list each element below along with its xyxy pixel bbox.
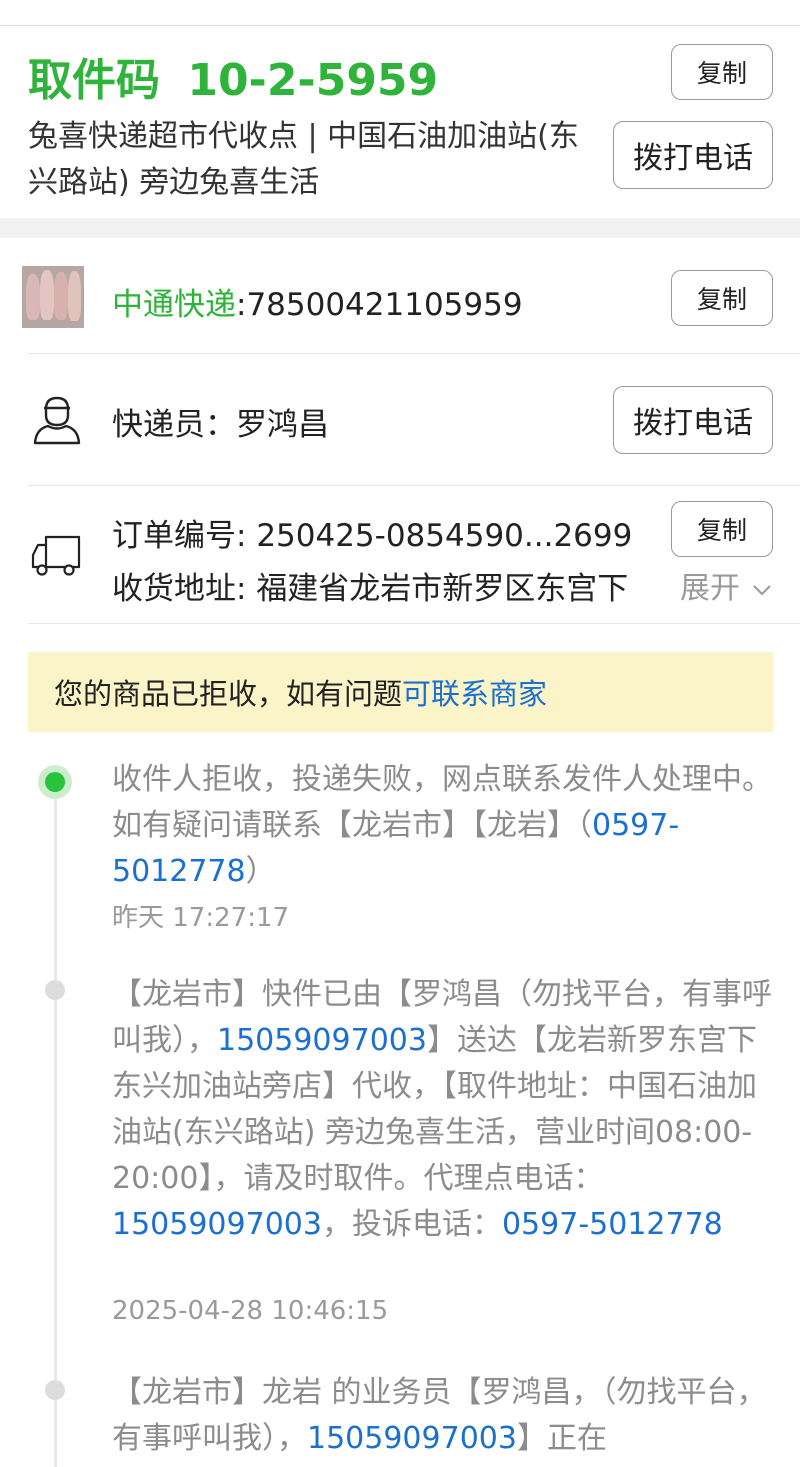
phone-link[interactable]: 0597-5012778 xyxy=(502,1207,723,1242)
copy-order-number-button[interactable]: 复制 xyxy=(671,501,773,557)
pickup-code: 取件码 10-2-5959 xyxy=(28,44,438,108)
timeline-event-2: 【龙岩市】快件已由【罗鸿昌（勿找平台，有事呼叫我），15059097003】送达… xyxy=(112,977,772,1242)
chevron-down-icon xyxy=(752,584,771,595)
rejection-notice: 您的商品已拒收，如有问题 可联系商家 xyxy=(28,652,773,732)
product-thumbnail[interactable] xyxy=(22,266,84,328)
status-bar xyxy=(0,0,800,26)
timeline-dot-active xyxy=(38,765,72,799)
call-station-button[interactable]: 拨打电话 xyxy=(613,121,773,189)
call-courier-button[interactable]: 拨打电话 xyxy=(613,386,773,454)
expand-label: 展开 xyxy=(680,571,740,606)
shipping-address: 福建省龙岩市新罗区东宫下 xyxy=(256,571,629,607)
copy-pickup-code-button[interactable]: 复制 xyxy=(671,44,773,100)
address-label: 收货地址: xyxy=(112,571,257,607)
order-number: 250425-0854590...2699 xyxy=(256,518,633,554)
phone-link[interactable]: 15059097003 xyxy=(307,1421,517,1456)
timeline-line xyxy=(54,782,57,1467)
phone-link[interactable]: 15059097003 xyxy=(112,1207,322,1242)
timeline-time: 2025-04-28 10:46:15 xyxy=(112,1296,389,1326)
timeline-dot xyxy=(45,1380,65,1400)
divider xyxy=(28,623,800,624)
expand-address-toggle[interactable]: 展开 xyxy=(680,563,772,607)
notice-text: 您的商品已拒收，如有问题 xyxy=(54,677,403,711)
timeline-event-1: 收件人拒收，投递失败，网点联系发件人处理中。如有疑问请联系【龙岩市】【龙岩】（0… xyxy=(112,762,772,889)
timeline-event-3: 【龙岩市】龙岩 的业务员【罗鸿昌，（勿找平台，有事呼叫我），1505909700… xyxy=(112,1375,767,1456)
pickup-code-label: 取件码 xyxy=(28,55,160,106)
order-number-row: 订单编号: 250425-0854590...2699 xyxy=(112,510,632,555)
courier-avatar-icon xyxy=(33,396,81,445)
carrier-name[interactable]: 中通快递 xyxy=(112,287,236,323)
delivery-truck-icon xyxy=(31,535,81,576)
divider xyxy=(28,353,800,354)
timeline-time: 昨天 17:27:17 xyxy=(112,903,290,933)
pickup-station-address: 兔喜快递超市代收点 | 中国石油加油站(东兴路站) 旁边兔喜生活 xyxy=(28,119,579,200)
shipping-address-row: 收货地址: 福建省龙岩市新罗区东宫下 xyxy=(112,563,628,608)
tracking-number: :78500421105959 xyxy=(236,287,523,323)
copy-tracking-button[interactable]: 复制 xyxy=(671,270,773,326)
courier-label: 快递员： xyxy=(112,407,236,443)
tracking-info: 中通快递:78500421105959 xyxy=(112,279,523,324)
timeline-dot xyxy=(45,980,65,1000)
courier-info: 快递员：罗鸿昌 xyxy=(112,399,329,444)
contact-merchant-link[interactable]: 可联系商家 xyxy=(402,671,547,713)
section-divider xyxy=(0,218,800,238)
divider xyxy=(28,485,800,486)
pickup-code-value: 10-2-5959 xyxy=(187,55,439,106)
order-number-label: 订单编号: xyxy=(112,518,257,554)
phone-link[interactable]: 15059097003 xyxy=(217,1023,427,1058)
courier-name: 罗鸿昌 xyxy=(236,407,329,443)
